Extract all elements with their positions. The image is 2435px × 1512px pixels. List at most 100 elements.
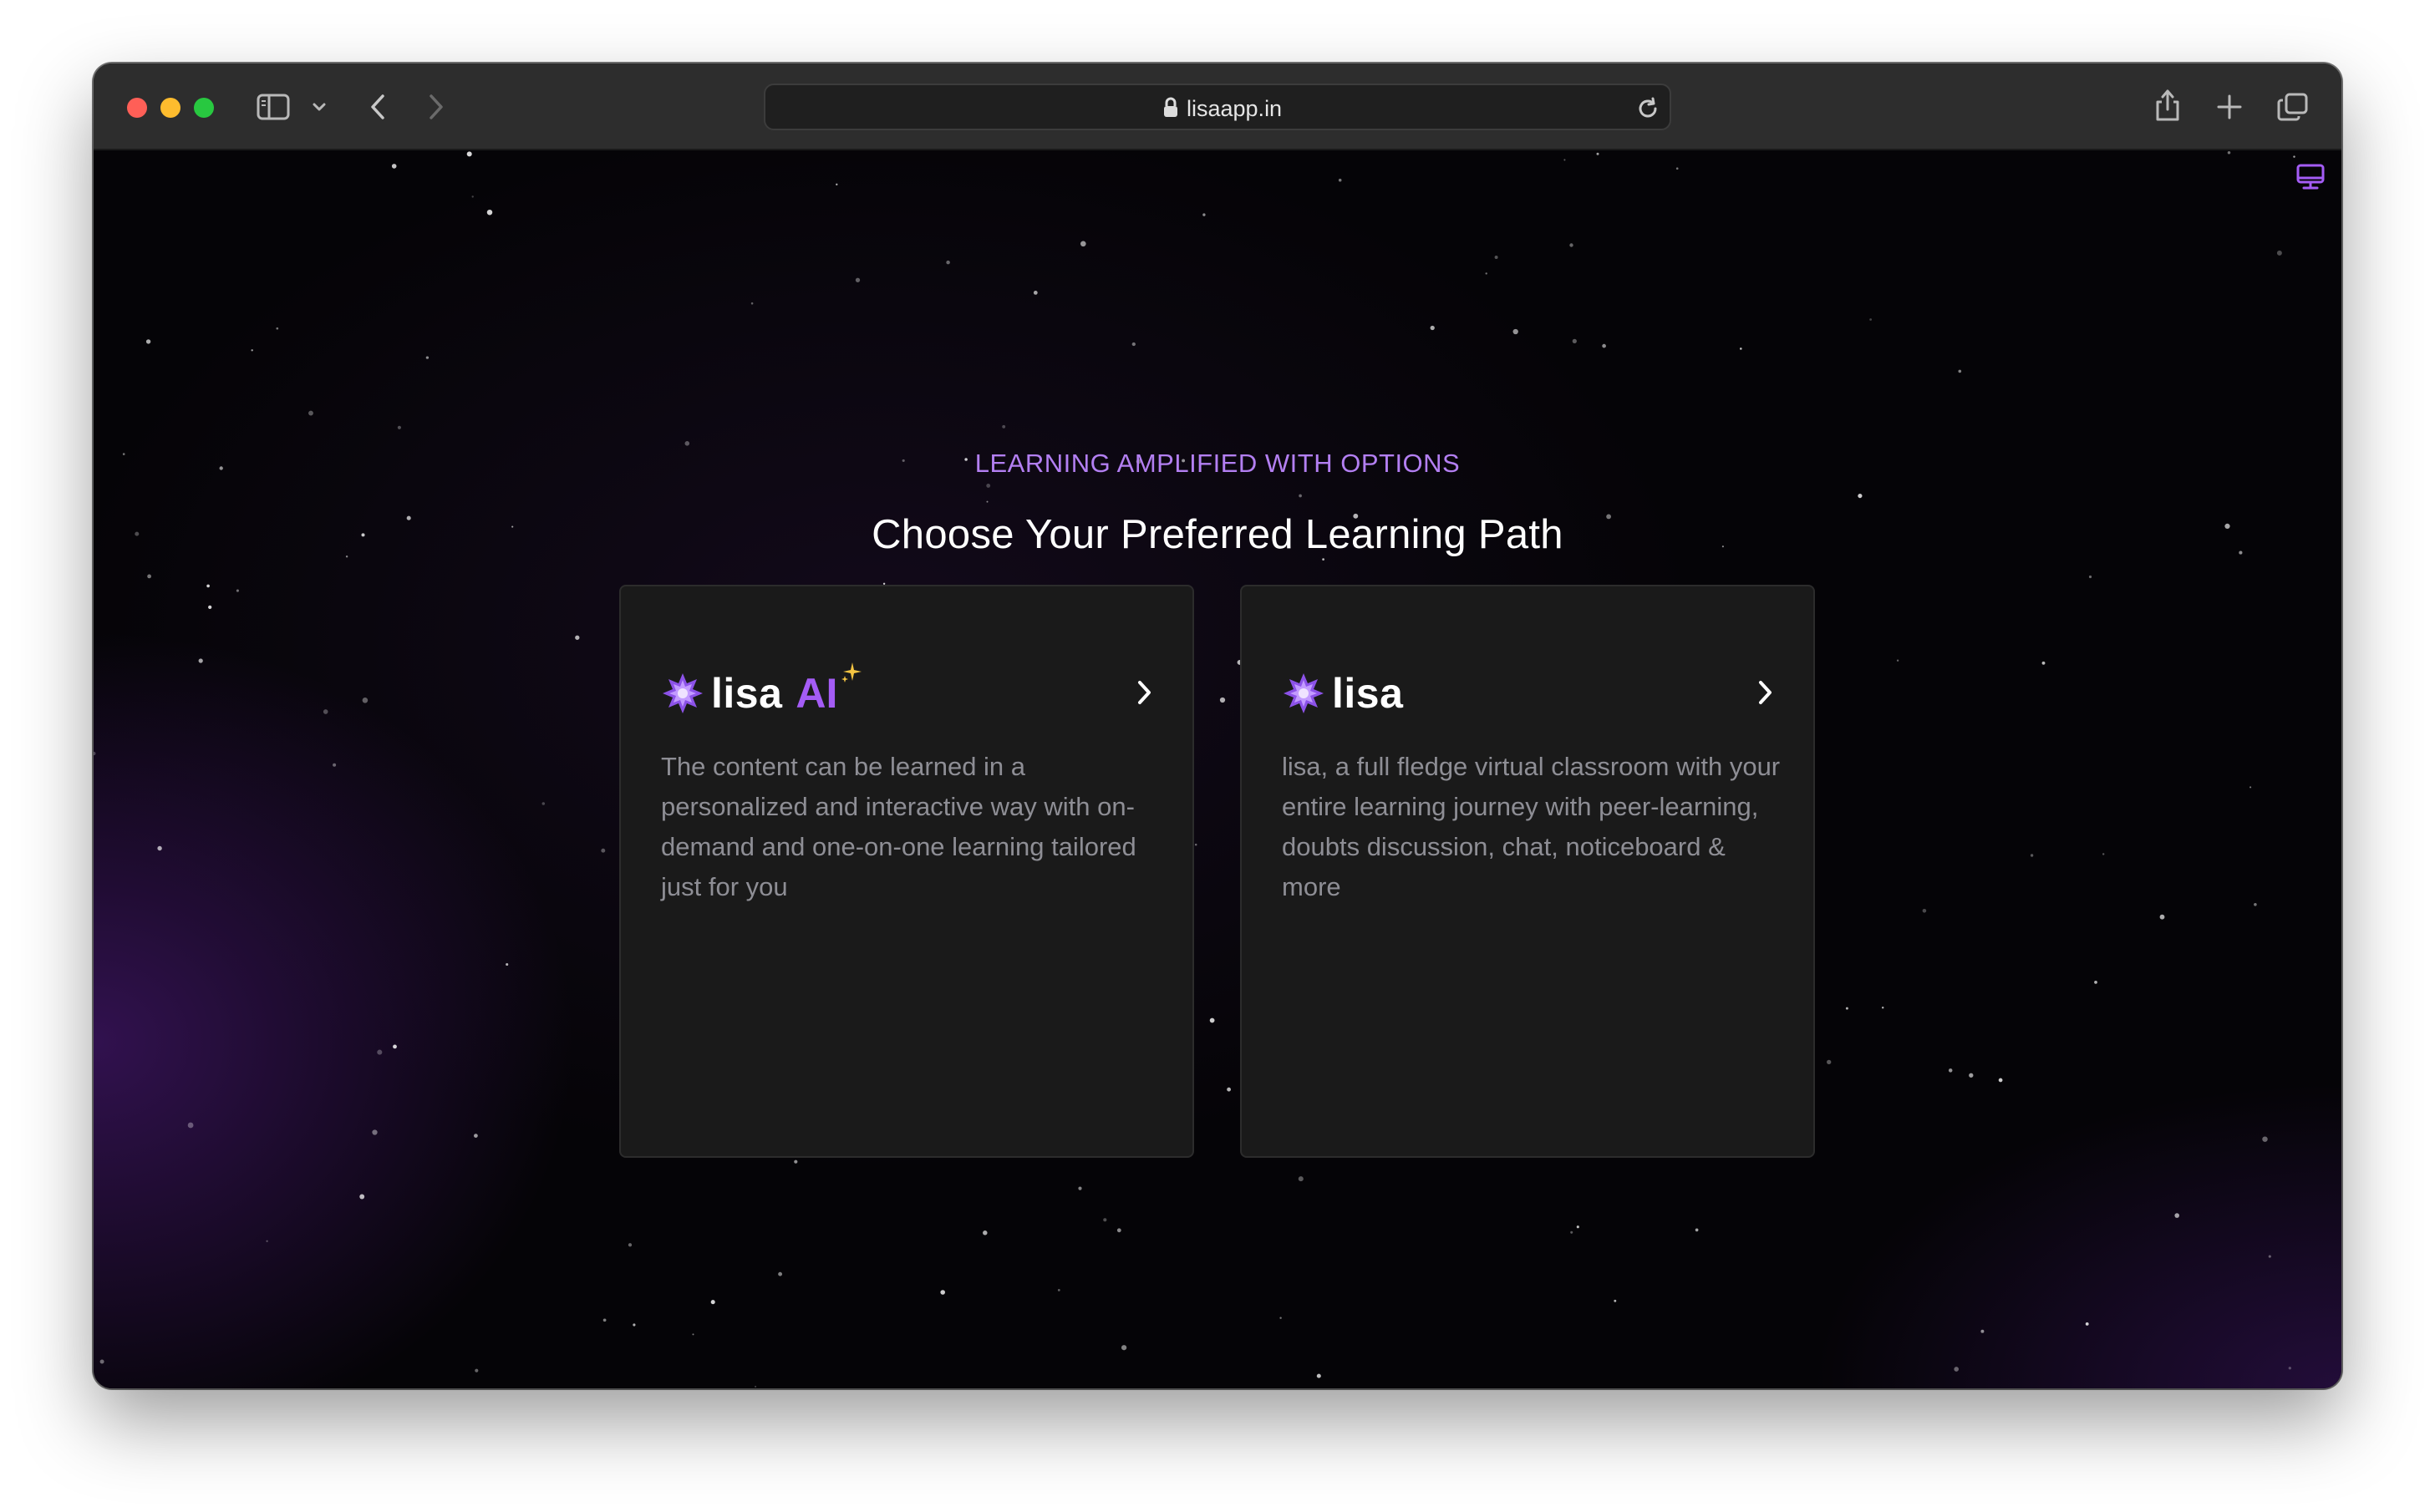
star [1116, 1228, 1121, 1233]
star [397, 425, 401, 429]
card-brand-name: lisa [711, 670, 783, 717]
star [425, 356, 430, 359]
star [2030, 854, 2034, 857]
star [1103, 1218, 1107, 1222]
star [1131, 342, 1136, 347]
star [836, 183, 838, 185]
star [506, 962, 509, 967]
star [1002, 424, 1006, 429]
star [1998, 1078, 2003, 1083]
lisa-classroom-card[interactable]: lisa lisa, a full fledge virtual classro… [1240, 585, 1815, 1158]
star [794, 1159, 798, 1164]
new-tab-icon[interactable] [2213, 90, 2246, 124]
star [486, 209, 493, 216]
star [2041, 661, 2046, 665]
address-bar[interactable]: lisaapp.in [764, 84, 1671, 130]
star [1299, 494, 1302, 498]
star [2085, 1322, 2089, 1326]
star [147, 574, 151, 579]
star [755, 1385, 757, 1388]
chevron-right-icon[interactable] [1136, 678, 1154, 711]
star [157, 845, 162, 851]
star [208, 605, 212, 610]
star [1570, 1230, 1573, 1234]
star [2088, 575, 2092, 579]
star [986, 500, 989, 503]
star [474, 1134, 478, 1138]
star [359, 1194, 365, 1200]
star [187, 1122, 194, 1129]
star [251, 349, 253, 352]
star [372, 1129, 378, 1135]
star [2249, 786, 2252, 789]
star [2276, 250, 2282, 256]
star [2174, 1213, 2179, 1218]
star [1227, 1087, 1231, 1092]
star [1033, 291, 1038, 295]
lisa-ai-card[interactable]: lisa AI The content can be learned in a … [619, 585, 1194, 1158]
star [466, 151, 472, 157]
card-header: lisa AI [661, 662, 864, 718]
page-content: LEARNING AMPLIFIED WITH OPTIONS Choose Y… [94, 150, 2341, 1388]
chevron-down-icon[interactable] [309, 97, 329, 117]
share-icon[interactable] [2151, 85, 2184, 125]
desktop-view-icon[interactable] [2296, 164, 2325, 195]
forward-icon[interactable] [421, 90, 451, 124]
star [1695, 1228, 1699, 1232]
star [1078, 1186, 1082, 1190]
star [1322, 558, 1324, 561]
star [1980, 1329, 1985, 1333]
star [855, 277, 861, 282]
reload-icon[interactable] [1634, 95, 1661, 126]
star [2159, 914, 2165, 920]
star [1494, 256, 1498, 259]
star [377, 1049, 383, 1055]
star [1279, 1317, 1282, 1319]
star [2268, 1255, 2271, 1258]
browser-window: lisaapp.in LEARNING AMPLIFIED WITH OPTIO… [94, 63, 2341, 1388]
star [1922, 909, 1927, 913]
close-window-button[interactable] [127, 98, 147, 118]
star [602, 1318, 607, 1322]
zoom-window-button[interactable] [194, 98, 214, 118]
star [145, 339, 151, 344]
star [1896, 659, 1899, 662]
sidebar-icon[interactable] [256, 92, 291, 122]
star [2094, 981, 2097, 984]
star [692, 1333, 694, 1336]
url-text: lisaapp.in [1187, 96, 1283, 121]
star [986, 483, 991, 488]
star [1219, 697, 1226, 703]
star [684, 441, 690, 446]
lisa-logo-icon [663, 673, 703, 713]
section-eyebrow: LEARNING AMPLIFIED WITH OPTIONS [974, 449, 1461, 478]
starfield-background [94, 150, 2295, 1388]
back-icon[interactable] [363, 90, 393, 124]
star [94, 751, 96, 756]
star [1881, 1007, 1884, 1009]
star [1858, 494, 1863, 499]
star [1569, 243, 1573, 247]
star [1596, 152, 1599, 155]
star [778, 1271, 783, 1276]
card-description: lisa, a full fledge virtual classroom wi… [1282, 752, 1781, 901]
star [2262, 1136, 2268, 1142]
star [1869, 318, 1873, 321]
lisa-logo-icon [1284, 673, 1324, 713]
star [1202, 213, 1206, 216]
star [333, 763, 337, 767]
star [1827, 1059, 1832, 1065]
minimize-window-button[interactable] [160, 98, 180, 118]
star [323, 709, 328, 714]
star [2227, 150, 2231, 155]
star [2102, 853, 2105, 855]
star [601, 848, 606, 853]
star [946, 260, 950, 265]
star [276, 327, 279, 330]
star [1948, 1068, 1953, 1073]
star [1338, 178, 1342, 182]
tab-overview-icon[interactable] [2275, 89, 2311, 125]
star [2254, 903, 2257, 906]
page-title: Choose Your Preferred Learning Path [872, 512, 1563, 557]
chevron-right-icon[interactable] [1756, 678, 1775, 711]
